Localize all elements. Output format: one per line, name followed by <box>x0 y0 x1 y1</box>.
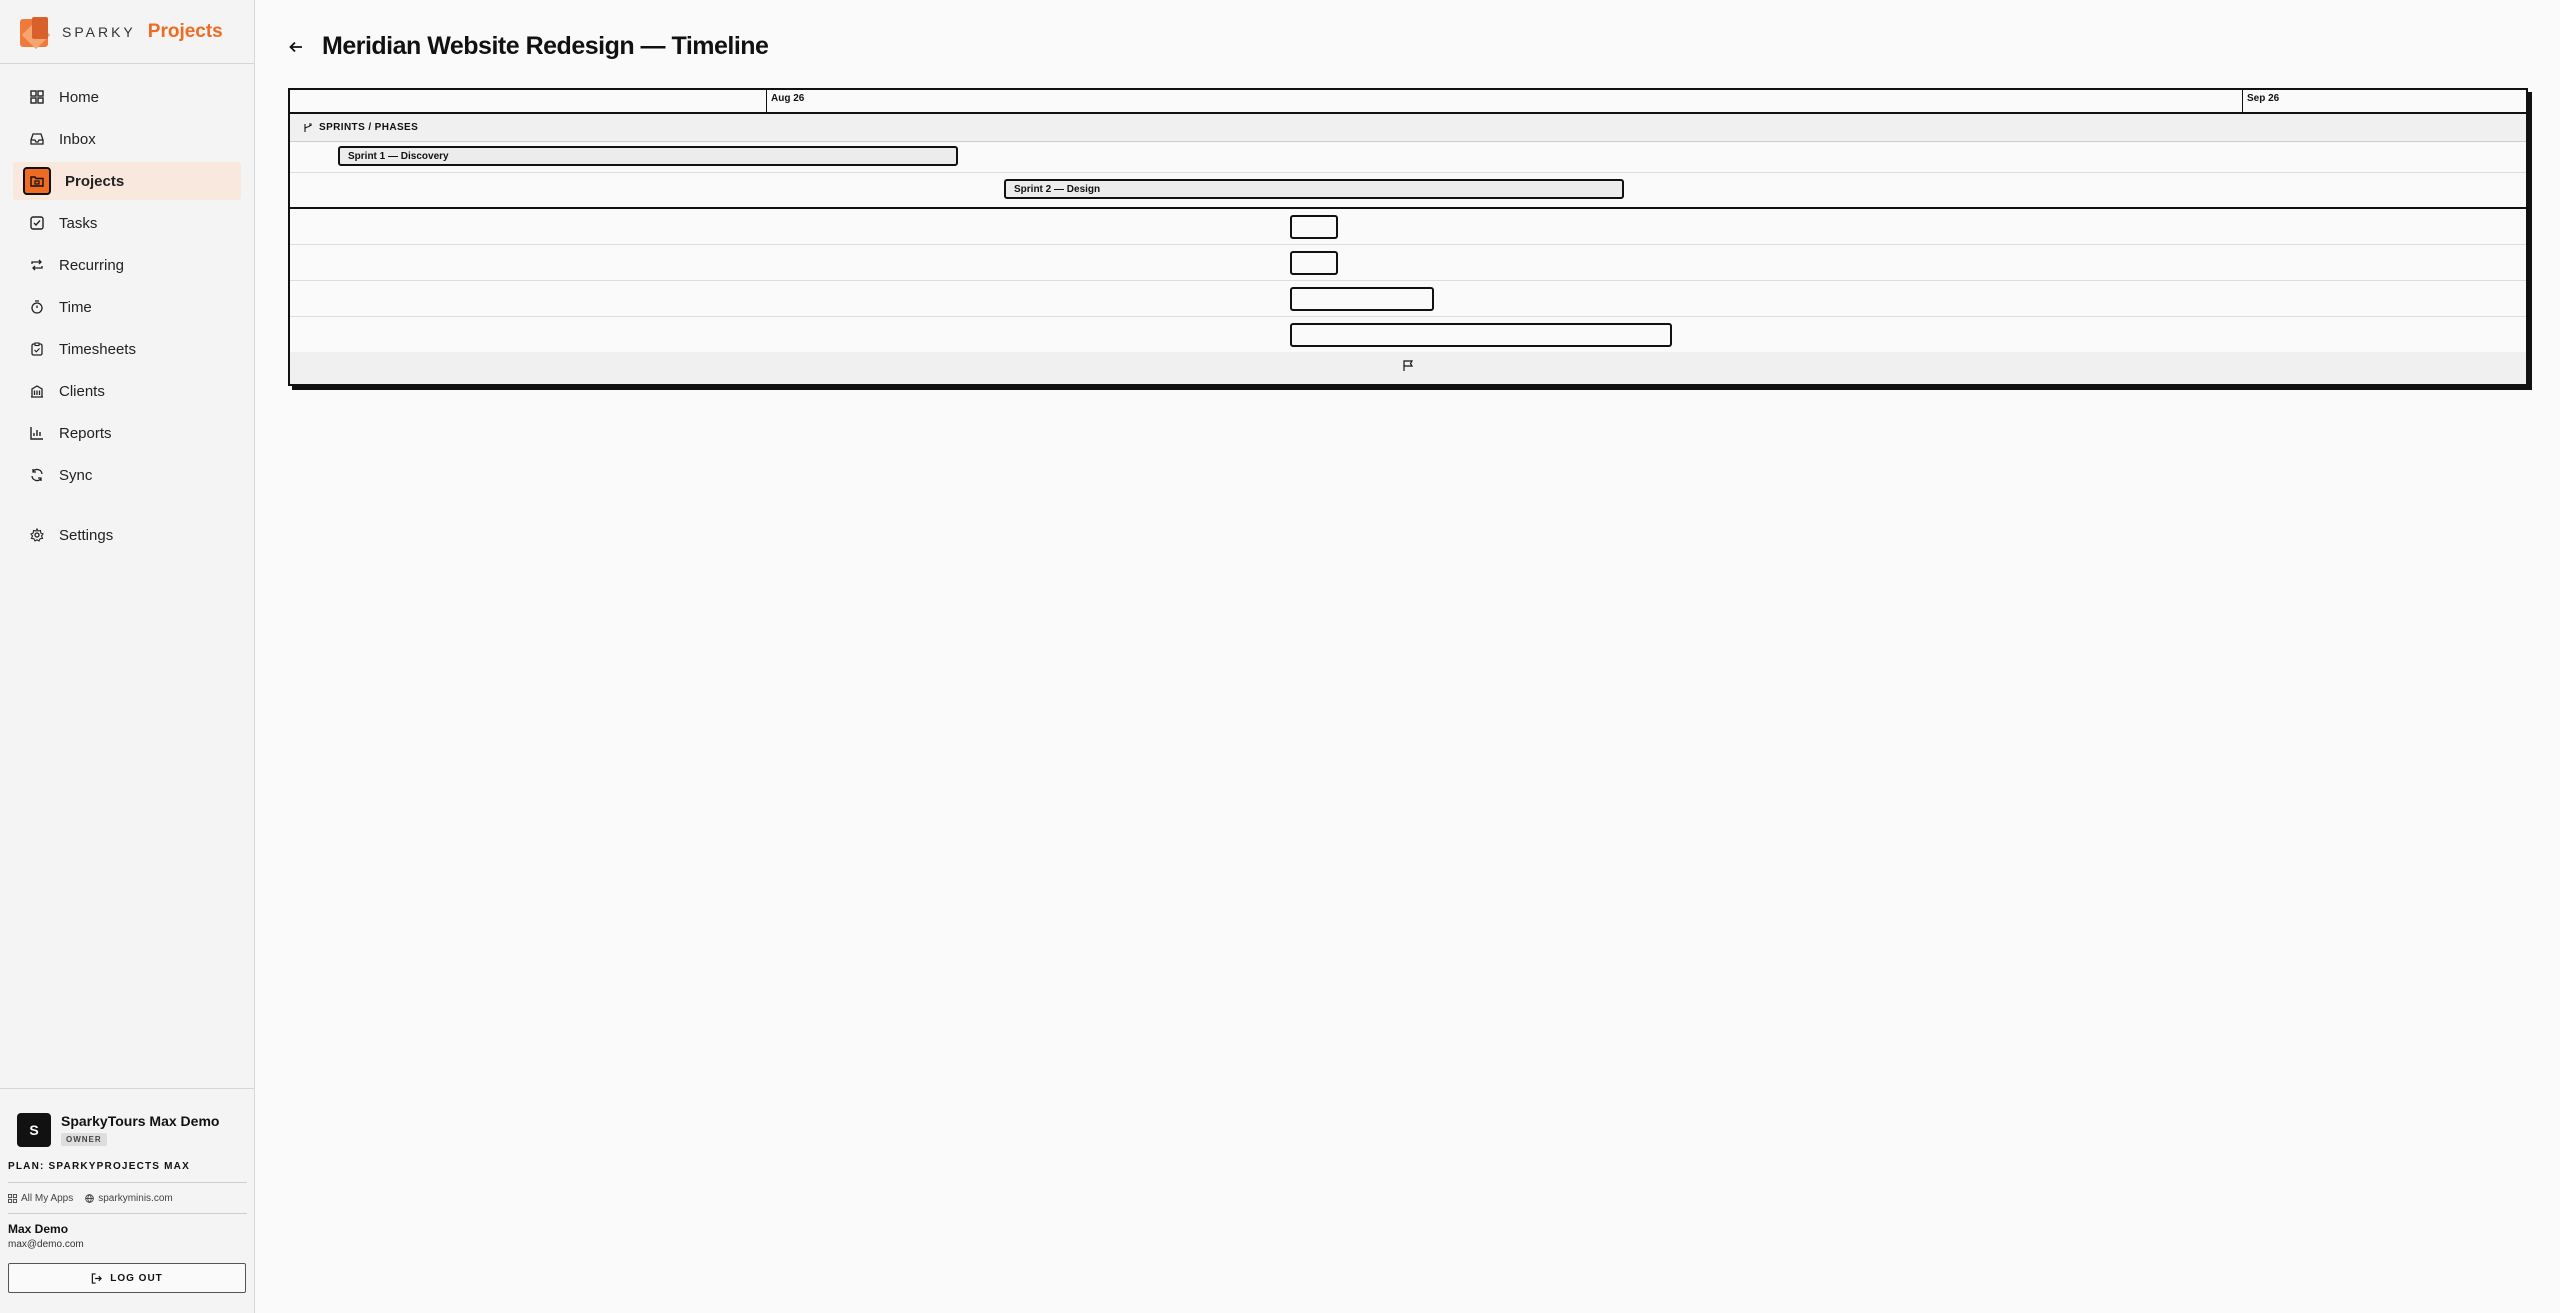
clipboard-icon <box>29 341 45 357</box>
all-apps-link[interactable]: All My Apps <box>8 1193 73 1204</box>
folder-icon <box>23 167 51 195</box>
role-badge: OWNER <box>61 1133 107 1146</box>
site-label: sparkyminis.com <box>98 1193 173 1204</box>
task-row <box>290 245 2526 281</box>
date-tick: Aug 26 <box>766 90 804 114</box>
sidebar-item-reports[interactable]: Reports <box>13 414 241 452</box>
stopwatch-icon <box>29 299 45 315</box>
brand[interactable]: SPARKY Projects <box>0 0 254 64</box>
sidebar-item-label: Home <box>59 88 100 106</box>
logout-label: LOG OUT <box>110 1272 163 1284</box>
sidebar: SPARKY Projects Home Inbox Projects Task… <box>0 0 255 1313</box>
sprint-bar[interactable]: Sprint 2 — Design <box>1004 179 1624 199</box>
inbox-icon <box>29 131 45 147</box>
task-bar[interactable] <box>1290 215 1338 239</box>
sidebar-item-label: Sync <box>59 466 93 484</box>
sidebar-item-label: Recurring <box>59 256 125 274</box>
brand-prefix: SPARKY <box>62 23 136 40</box>
user-email: max@demo.com <box>8 1239 84 1250</box>
sprint-row: Sprint 2 — Design <box>290 173 2526 207</box>
logout-icon <box>91 1272 103 1284</box>
globe-icon <box>85 1194 95 1203</box>
task-bar[interactable] <box>1290 287 1434 311</box>
sidebar-item-inbox[interactable]: Inbox <box>13 120 241 158</box>
bar-chart-icon <box>29 425 45 441</box>
sparky-logo-icon <box>18 15 52 49</box>
timeline-date-header: Aug 26 Sep 26 <box>290 90 2526 114</box>
task-row <box>290 209 2526 245</box>
checkbox-icon <box>29 215 45 231</box>
logout-button[interactable]: LOG OUT <box>8 1263 246 1293</box>
avatar: S <box>17 1113 51 1147</box>
group-label: SPRINTS / PHASES <box>319 122 419 133</box>
sidebar-item-projects[interactable]: Projects <box>13 162 241 200</box>
branch-icon <box>304 122 312 132</box>
brand-name: Projects <box>147 20 223 42</box>
task-bar[interactable] <box>1290 323 1672 347</box>
sidebar-item-label: Tasks <box>59 214 98 232</box>
building-icon <box>29 383 45 399</box>
sidebar-item-label: Clients <box>59 382 105 400</box>
main-nav: Home Inbox Projects Tasks Recurring Time… <box>0 64 254 554</box>
date-tick: Sep 26 <box>2242 90 2279 114</box>
sidebar-item-label: Reports <box>59 424 112 442</box>
app-links: All My Apps sparkyminis.com <box>8 1183 247 1214</box>
nav-separator <box>0 498 254 516</box>
sidebar-item-recurring[interactable]: Recurring <box>13 246 241 284</box>
plan-label: PLAN: SPARKYPROJECTS MAX <box>8 1161 247 1183</box>
site-link[interactable]: sparkyminis.com <box>85 1193 173 1204</box>
sidebar-item-label: Settings <box>59 526 114 544</box>
sidebar-item-timesheets[interactable]: Timesheets <box>13 330 241 368</box>
sidebar-item-label: Inbox <box>59 130 96 148</box>
page-title: Meridian Website Redesign — Timeline <box>322 32 769 60</box>
all-apps-label: All My Apps <box>21 1193 74 1204</box>
refresh-icon <box>29 467 45 483</box>
gear-icon <box>29 527 45 543</box>
org-name: SparkyTours Max Demo <box>61 1113 220 1129</box>
sidebar-item-tasks[interactable]: Tasks <box>13 204 241 242</box>
sprint-label: Sprint 1 — Discovery <box>348 150 449 162</box>
sidebar-item-home[interactable]: Home <box>13 78 241 116</box>
sidebar-item-settings[interactable]: Settings <box>13 516 241 554</box>
sidebar-item-label: Time <box>59 298 92 316</box>
sprint-row: Sprint 1 — Discovery <box>290 142 2526 173</box>
sprint-bar[interactable]: Sprint 1 — Discovery <box>338 146 958 166</box>
grid-icon <box>29 89 45 105</box>
back-arrow-icon[interactable] <box>288 39 304 55</box>
sidebar-item-label: Timesheets <box>59 340 136 358</box>
sprint-label: Sprint 2 — Design <box>1014 183 1101 195</box>
milestones-row <box>290 352 2526 384</box>
org-switcher[interactable]: S SparkyTours Max Demo OWNER <box>8 1113 247 1147</box>
task-row <box>290 317 2526 353</box>
sidebar-item-sync[interactable]: Sync <box>13 456 241 494</box>
user-name: Max Demo <box>8 1222 69 1236</box>
page-header: Meridian Website Redesign — Timeline <box>288 32 769 61</box>
timeline-chart: Aug 26 Sep 26 SPRINTS / PHASES Sprint 1 … <box>288 88 2528 386</box>
sidebar-item-time[interactable]: Time <box>13 288 241 326</box>
task-bar[interactable] <box>1290 251 1338 275</box>
grid-icon <box>8 1194 17 1203</box>
sidebar-item-clients[interactable]: Clients <box>13 372 241 410</box>
sprints-group-header[interactable]: SPRINTS / PHASES <box>290 114 2526 142</box>
repeat-icon <box>29 257 45 273</box>
account-panel: S SparkyTours Max Demo OWNER PLAN: SPARK… <box>0 1088 255 1313</box>
flag-icon[interactable] <box>1402 359 1414 377</box>
task-row <box>290 281 2526 317</box>
sidebar-item-label: Projects <box>65 172 125 190</box>
